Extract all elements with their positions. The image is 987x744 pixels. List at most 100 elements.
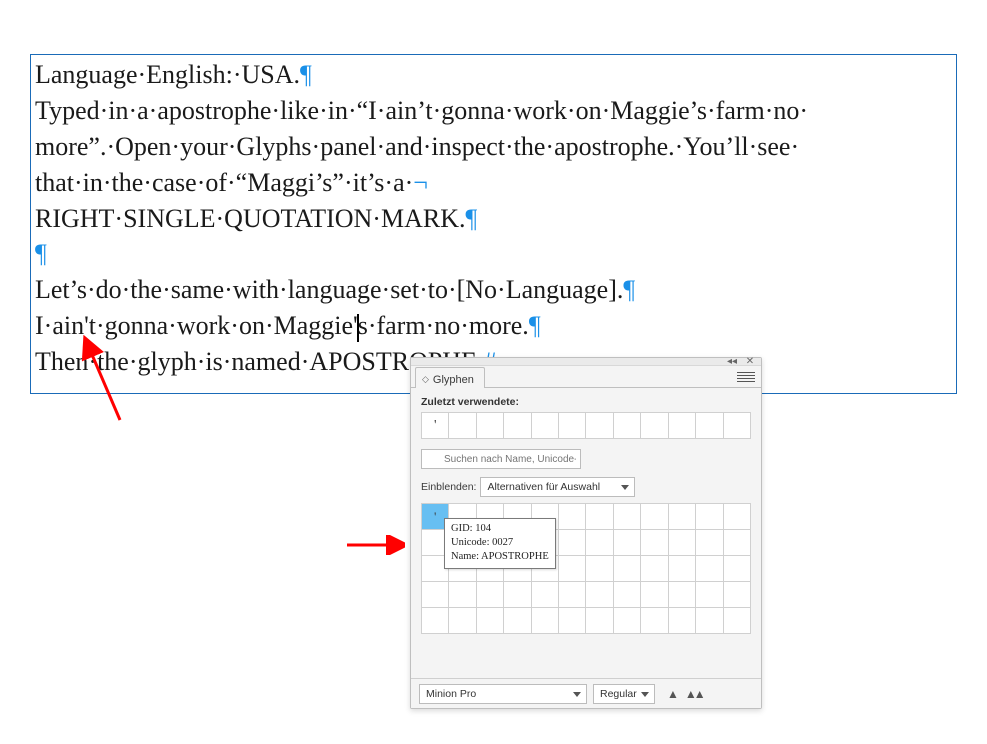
doc-text: RIGHT·SINGLE·QUOTATION·MARK. bbox=[35, 204, 465, 233]
glyph-cell[interactable] bbox=[586, 504, 613, 530]
recent-glyph-cell[interactable] bbox=[696, 413, 723, 439]
glyph-cell[interactable] bbox=[614, 530, 641, 556]
recent-glyph-cell[interactable] bbox=[532, 413, 559, 439]
recent-glyph-cell[interactable] bbox=[614, 413, 641, 439]
glyph-search-input[interactable] bbox=[421, 449, 581, 469]
glyph-cell[interactable] bbox=[641, 504, 668, 530]
recent-glyphs-grid: ' bbox=[421, 412, 751, 439]
glyph-cell-selected[interactable]: ' GID: 104 Unicode: 0027 Name: APOSTROPH… bbox=[422, 504, 449, 530]
glyph-cell[interactable] bbox=[559, 608, 586, 634]
soft-return-icon: ¬ bbox=[413, 168, 428, 197]
recent-glyph-cell[interactable] bbox=[559, 413, 586, 439]
font-style-value: Regular bbox=[600, 688, 637, 700]
glyph-cell[interactable] bbox=[669, 504, 696, 530]
pilcrow-icon: ¶ bbox=[529, 311, 541, 340]
glyph-cell[interactable] bbox=[449, 608, 476, 634]
glyph-cell[interactable] bbox=[422, 582, 449, 608]
close-icon[interactable]: ✕ bbox=[743, 358, 757, 366]
zoom-out-icon[interactable]: ▲ bbox=[667, 687, 679, 701]
doc-line: Let’s·do·the·same·with·language·set·to·[… bbox=[35, 272, 952, 308]
glyph-cell[interactable] bbox=[641, 608, 668, 634]
annotation-arrow-icon bbox=[345, 535, 405, 555]
glyph-char: ' bbox=[434, 509, 436, 525]
glyph-cell[interactable] bbox=[696, 556, 723, 582]
glyph-cell[interactable] bbox=[669, 530, 696, 556]
glyph-cell[interactable] bbox=[724, 582, 751, 608]
glyph-cell[interactable] bbox=[669, 556, 696, 582]
recent-glyph-cell[interactable] bbox=[724, 413, 751, 439]
doc-line: RIGHT·SINGLE·QUOTATION·MARK.¶ bbox=[35, 201, 952, 237]
glyph-cell[interactable] bbox=[614, 582, 641, 608]
glyph-cell[interactable] bbox=[724, 608, 751, 634]
doc-line: Language·English:·USA.¶ bbox=[35, 57, 952, 93]
recent-glyph-cell[interactable] bbox=[641, 413, 668, 439]
tooltip-gid-value: 104 bbox=[475, 523, 491, 534]
glyph-cell[interactable] bbox=[641, 582, 668, 608]
doc-line: that·in·the·case·of·“Maggi’s”·it’s·a·¬ bbox=[35, 165, 952, 201]
glyph-cell[interactable] bbox=[586, 530, 613, 556]
zoom-in-icon[interactable]: ▲▲ bbox=[685, 687, 703, 701]
glyph-cell[interactable] bbox=[614, 556, 641, 582]
tab-glyphen[interactable]: ◇ Glyphen bbox=[415, 367, 485, 388]
glyph-cell[interactable] bbox=[477, 608, 504, 634]
doc-line: more”.·Open·your·Glyphs·panel·and·inspec… bbox=[35, 129, 952, 165]
glyph-cell[interactable] bbox=[614, 608, 641, 634]
glyph-cell[interactable] bbox=[724, 556, 751, 582]
doc-text: Typed·in·a·apostrophe·like·in·“I·ain’t·g… bbox=[35, 96, 808, 125]
recent-glyph-cell[interactable] bbox=[504, 413, 531, 439]
recent-glyph-cell[interactable] bbox=[477, 413, 504, 439]
glyph-cell[interactable] bbox=[477, 582, 504, 608]
show-filter-select[interactable]: Alternativen für Auswahl bbox=[480, 477, 635, 497]
glyph-cell[interactable] bbox=[532, 582, 559, 608]
panel-menu-icon[interactable] bbox=[737, 370, 755, 384]
pilcrow-icon: ¶ bbox=[35, 239, 47, 268]
glyph-cell[interactable] bbox=[559, 556, 586, 582]
font-style-select[interactable]: Regular bbox=[593, 684, 655, 704]
glyph-cell[interactable] bbox=[696, 608, 723, 634]
glyph-cell[interactable] bbox=[586, 556, 613, 582]
glyph-cell[interactable] bbox=[532, 608, 559, 634]
show-filter-value: Alternativen für Auswahl bbox=[487, 481, 600, 493]
glyph-char: ' bbox=[434, 418, 437, 434]
glyph-cell[interactable] bbox=[696, 504, 723, 530]
glyph-cell[interactable] bbox=[449, 582, 476, 608]
tooltip-name-label: Name: bbox=[451, 551, 479, 562]
doc-text: Language·English:·USA. bbox=[35, 60, 300, 89]
pilcrow-icon: ¶ bbox=[300, 60, 312, 89]
recent-glyph-cell[interactable]: ' bbox=[422, 413, 449, 439]
font-family-select[interactable]: Minion Pro bbox=[419, 684, 587, 704]
glyph-cell[interactable] bbox=[669, 608, 696, 634]
doc-text: s·farm·no·more. bbox=[358, 311, 529, 340]
doc-text: Let’s·do·the·same·with·language·set·to·[… bbox=[35, 275, 623, 304]
panel-titlebar[interactable]: ◂◂ ✕ bbox=[411, 358, 761, 366]
show-row: Einblenden: Alternativen für Auswahl bbox=[421, 477, 751, 497]
glyph-cell[interactable] bbox=[614, 504, 641, 530]
glyph-cell[interactable] bbox=[696, 530, 723, 556]
recent-label: Zuletzt verwendete: bbox=[421, 396, 751, 408]
glyph-cell[interactable] bbox=[586, 608, 613, 634]
recent-glyph-cell[interactable] bbox=[449, 413, 476, 439]
glyph-cell[interactable] bbox=[586, 582, 613, 608]
recent-glyph-cell[interactable] bbox=[669, 413, 696, 439]
text-frame[interactable]: Language·English:·USA.¶ Typed·in·a·apost… bbox=[30, 54, 957, 394]
glyph-cell[interactable] bbox=[641, 530, 668, 556]
glyph-cell[interactable] bbox=[559, 504, 586, 530]
glyph-cell[interactable] bbox=[559, 530, 586, 556]
glyph-cell[interactable] bbox=[724, 504, 751, 530]
glyph-cell[interactable] bbox=[422, 608, 449, 634]
recent-glyph-cell[interactable] bbox=[586, 413, 613, 439]
doc-text: I·ain't·gonna·work·on·Maggie' bbox=[35, 311, 358, 340]
glyph-cell[interactable] bbox=[641, 556, 668, 582]
collapse-icon[interactable]: ◂◂ bbox=[725, 358, 739, 366]
search-row: 🔍▾ bbox=[421, 449, 751, 469]
pilcrow-icon: ¶ bbox=[465, 204, 477, 233]
glyph-cell[interactable] bbox=[724, 530, 751, 556]
doc-line: I·ain't·gonna·work·on·Maggie's·farm·no·m… bbox=[35, 308, 952, 344]
glyph-cell[interactable] bbox=[696, 582, 723, 608]
pilcrow-icon: ¶ bbox=[623, 275, 635, 304]
glyph-cell[interactable] bbox=[504, 608, 531, 634]
glyph-cell[interactable] bbox=[504, 582, 531, 608]
glyph-cell[interactable] bbox=[559, 582, 586, 608]
glyph-cell[interactable] bbox=[669, 582, 696, 608]
tooltip-unicode-label: Unicode: bbox=[451, 537, 490, 548]
